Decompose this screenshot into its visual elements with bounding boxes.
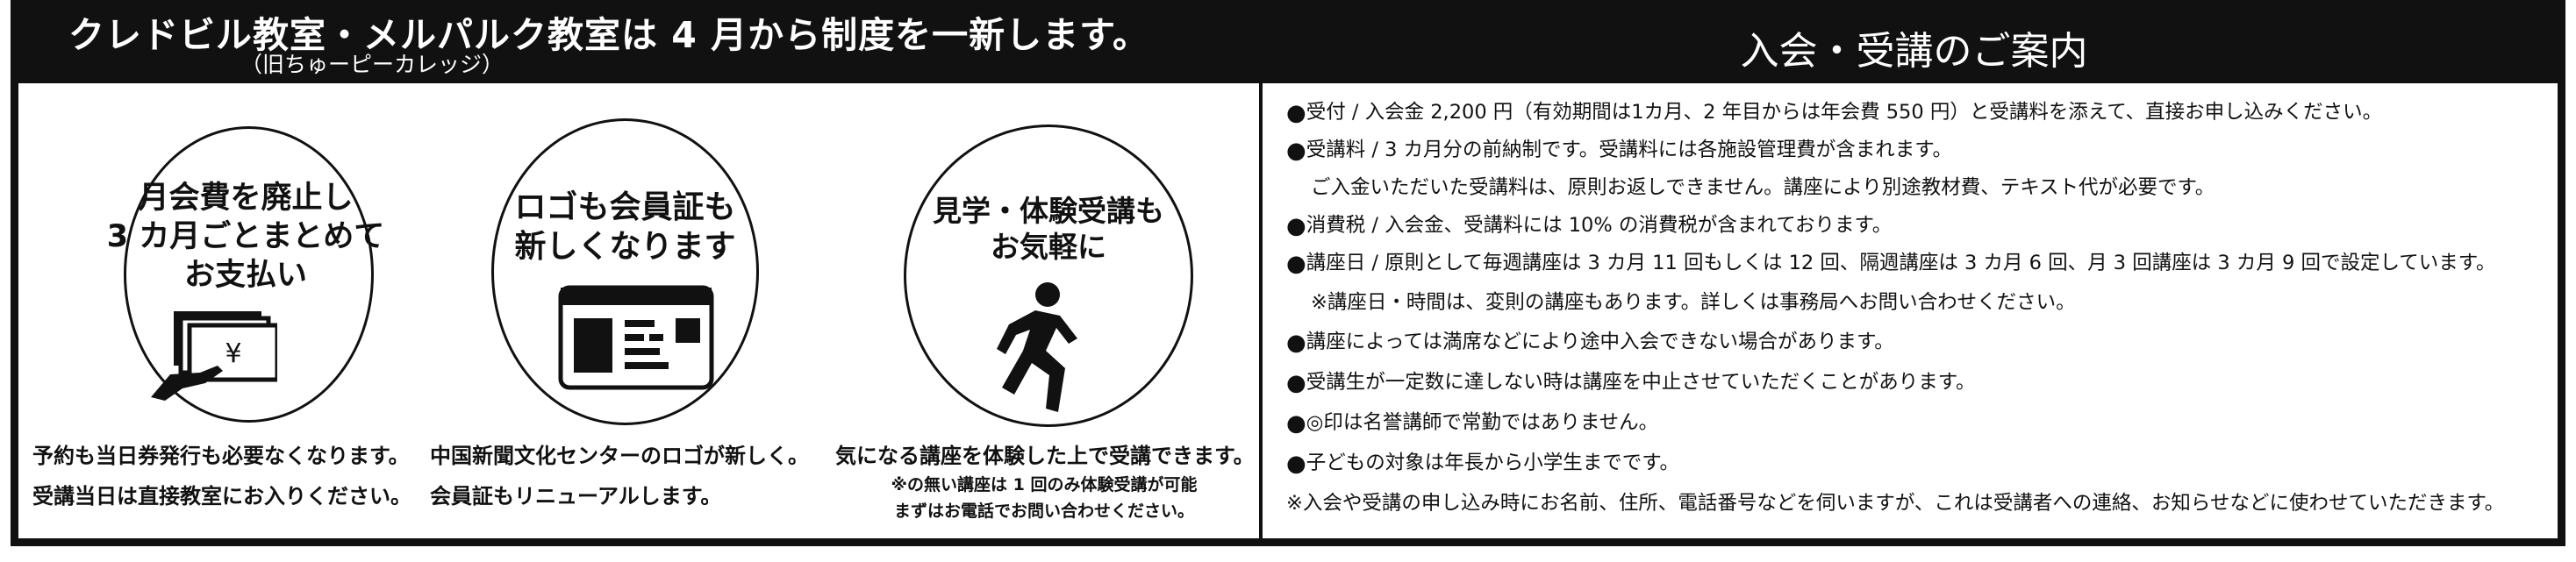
bullet: ● bbox=[1286, 370, 1306, 396]
info-item-text: ◎印は名誉講師で常勤ではありません。 bbox=[1306, 411, 1659, 434]
info-item-10: ●子どもの対象は年長から小学生までです。 bbox=[1286, 447, 1679, 477]
bullet: ● bbox=[1286, 451, 1306, 477]
feature-2-line-1: 中国新聞文化センターのロゴが新しく。 bbox=[430, 444, 809, 468]
info-item-9: ●◎印は名誉講師で常勤ではありません。 bbox=[1286, 407, 1658, 437]
left-header: クレドビル教室・メルパルク教室は 4 月から制度を一新します。 （旧ちゅーピーカ… bbox=[11, 0, 1259, 83]
bullet: ● bbox=[1286, 213, 1306, 239]
info-item-5: ●講座日 / 原則として毎週講座は 3 カ月 11 回もしくは 12 回、隔週講… bbox=[1286, 247, 2496, 277]
running-person-icon bbox=[997, 282, 1077, 412]
info-item-text: ご入金いただいた受講料は、原則お返しできません。講座により別途教材費、テキスト代… bbox=[1311, 176, 2215, 199]
info-item-text: ※入会や受講の申し込み時にお名前、住所、電話番号などを伺いますが、これは受講者へ… bbox=[1286, 492, 2505, 515]
info-item-1: ●受付 / 入会金 2,200 円（有効期間は1カ月、2 年目からは年会費 55… bbox=[1286, 96, 2382, 126]
yen-symbol: ¥ bbox=[225, 338, 241, 369]
bullet: ● bbox=[1286, 330, 1306, 356]
feature-3-note-1: ※の無い講座は 1 回のみ体験受講が可能 bbox=[891, 475, 1198, 494]
feature-3-text: 見学・体験受講も お気軽に bbox=[933, 194, 1164, 265]
feature-2-text: ロゴも会員証も 新しくなります bbox=[514, 189, 736, 265]
bullet: ● bbox=[1286, 251, 1306, 277]
feature-1-line-1: 予約も当日券発行も必要なくなります。 bbox=[32, 444, 410, 468]
feature-3-line-1: 気になる講座を体験した上で受講できます。 bbox=[835, 444, 1255, 468]
bullet: ● bbox=[1286, 410, 1306, 437]
bullet: ● bbox=[1286, 138, 1306, 164]
info-item-2: ●受講料 / 3 カ月分の前納制です。受講料には各施設管理費が含まれます。 bbox=[1286, 134, 1952, 164]
info-item-text: 講座日 / 原則として毎週講座は 3 カ月 11 回もしくは 12 回、隔週講座… bbox=[1306, 252, 2496, 274]
right-header: 入会・受講のご案内 bbox=[1263, 0, 2565, 83]
info-item-11: ※入会や受講の申し込み時にお名前、住所、電話番号などを伺いますが、これは受講者へ… bbox=[1286, 487, 2504, 517]
info-item-text: 講座によっては満席などにより途中入会できない場合があります。 bbox=[1306, 331, 1894, 353]
feature-1-line-2: 受講当日は直接教室にお入りください。 bbox=[32, 484, 411, 509]
info-item-text: ※講座日・時間は、変則の講座もあります。詳しくは事務局へお問い合わせください。 bbox=[1311, 291, 2076, 314]
membership-card-icon bbox=[558, 285, 714, 390]
feature-2-line-2: 会員証もリニューアルします。 bbox=[430, 484, 722, 509]
left-header-title: クレドビル教室・メルパルク教室は 4 月から制度を一新します。 bbox=[68, 14, 1149, 56]
feature-1-text: 月会費を廃止し 3 カ月ごとまとめて お支払い bbox=[106, 181, 385, 293]
right-header-title: 入会・受講のご案内 bbox=[1740, 29, 2088, 74]
feature-3-note-2: まずはお電話でお問い合わせください。 bbox=[893, 502, 1194, 521]
yen-payment-hand-icon: ¥ bbox=[151, 311, 277, 401]
info-item-text: 受講生が一定数に達しない時は講座を中止させていただくことがあります。 bbox=[1306, 371, 1976, 394]
bullet: ● bbox=[1286, 100, 1306, 126]
info-item-7: ●講座によっては満席などにより途中入会できない場合があります。 bbox=[1286, 326, 1894, 356]
left-header-subtitle: （旧ちゅーピーカレッジ） bbox=[240, 52, 504, 77]
info-item-text: 消費税 / 入会金、受講料には 10% の消費税が含まれております。 bbox=[1306, 214, 1893, 237]
info-item-6: ※講座日・時間は、変則の講座もあります。詳しくは事務局へお問い合わせください。 bbox=[1311, 287, 2076, 317]
info-item-text: 受講料 / 3 カ月分の前納制です。受講料には各施設管理費が含まれます。 bbox=[1306, 139, 1953, 161]
info-item-text: 受付 / 入会金 2,200 円（有効期間は1カ月、2 年目からは年会費 550… bbox=[1306, 101, 2383, 124]
info-item-4: ●消費税 / 入会金、受講料には 10% の消費税が含まれております。 bbox=[1286, 210, 1892, 239]
info-item-3: ご入金いただいた受講料は、原則お返しできません。講座により別途教材費、テキスト代… bbox=[1311, 172, 2215, 202]
info-item-8: ●受講生が一定数に達しない時は講座を中止させていただくことがあります。 bbox=[1286, 366, 1975, 396]
info-item-text: 子どもの対象は年長から小学生までです。 bbox=[1306, 452, 1679, 474]
